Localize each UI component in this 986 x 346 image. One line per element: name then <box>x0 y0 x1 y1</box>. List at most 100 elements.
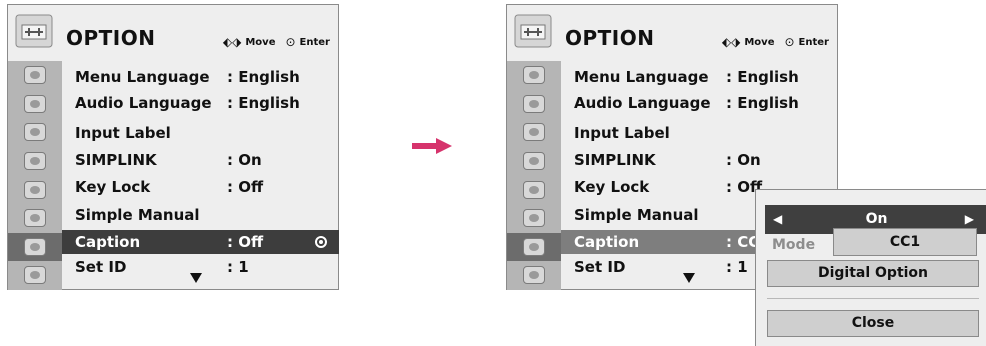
row-label: Key Lock <box>574 178 650 196</box>
row-label: Caption <box>574 233 640 251</box>
option-icon <box>15 14 53 48</box>
category-lock[interactable] <box>507 204 561 233</box>
row-value: : English <box>227 68 300 86</box>
screen-icon <box>523 94 545 113</box>
menu-row-caption[interactable]: Caption : Off <box>62 230 339 254</box>
row-label: Input Label <box>75 124 171 142</box>
menu-title: OPTION <box>565 26 655 50</box>
audio-icon <box>24 123 46 142</box>
option-icon <box>514 14 552 48</box>
category-icon-column <box>8 61 62 290</box>
input-icon <box>523 266 545 285</box>
row-value: : Off <box>227 233 264 251</box>
popup-divider <box>767 298 979 299</box>
lock-icon <box>24 209 46 228</box>
enter-hint: Enter <box>299 36 330 48</box>
scroll-down-icon[interactable] <box>683 273 695 283</box>
screen-icon <box>24 94 46 113</box>
category-channel[interactable] <box>8 147 62 176</box>
menu-header: OPTION ⬖⬗ Move ⊙ Enter <box>507 5 837 61</box>
category-input[interactable] <box>8 261 62 290</box>
category-picture[interactable] <box>507 61 561 90</box>
menu-row-key-lock[interactable]: Key Lock : Off <box>62 175 339 199</box>
picture-icon <box>523 66 545 85</box>
category-screen[interactable] <box>507 90 561 119</box>
move-arrows-icon: ⬖⬗ <box>222 35 242 49</box>
category-input[interactable] <box>507 261 561 290</box>
mode-select[interactable]: CC1 <box>833 228 977 256</box>
row-label: SIMPLINK <box>75 151 157 169</box>
right-triangle-icon[interactable]: ▶ <box>965 212 974 226</box>
row-label: Simple Manual <box>75 206 200 224</box>
close-button[interactable]: Close <box>767 310 979 337</box>
category-lock[interactable] <box>8 204 62 233</box>
row-value: : 1 <box>726 258 748 276</box>
row-value: : On <box>726 151 761 169</box>
nav-hints: ⬖⬗ Move ⊙ Enter <box>722 35 829 49</box>
lock-icon <box>523 209 545 228</box>
menu-row-simple-manual[interactable]: Simple Manual <box>62 203 339 227</box>
option-small-icon <box>523 237 545 256</box>
scroll-down-icon[interactable] <box>190 273 202 283</box>
row-value: : On <box>227 151 262 169</box>
nav-hints: ⬖⬗ Move ⊙ Enter <box>223 35 330 49</box>
enter-icon: ⊙ <box>285 35 296 49</box>
clock-icon <box>24 180 46 199</box>
channel-icon <box>24 152 46 171</box>
menu-title: OPTION <box>66 26 156 50</box>
row-value: : 1 <box>227 258 249 276</box>
enter-hint: Enter <box>798 36 829 48</box>
move-arrows-icon: ⬖⬗ <box>721 35 741 49</box>
row-label: Set ID <box>574 258 626 276</box>
row-value: : English <box>227 94 300 112</box>
category-screen[interactable] <box>8 90 62 119</box>
menu-row-menu-language[interactable]: Menu Language : English <box>561 65 838 89</box>
option-small-icon <box>24 237 46 256</box>
category-option[interactable] <box>8 232 62 262</box>
row-label: Menu Language <box>75 68 210 86</box>
menu-row-menu-language[interactable]: Menu Language : English <box>62 65 339 89</box>
row-label: SIMPLINK <box>574 151 656 169</box>
row-label: Simple Manual <box>574 206 699 224</box>
row-label: Key Lock <box>75 178 151 196</box>
menu-row-input-label[interactable]: Input Label <box>62 121 339 145</box>
picture-icon <box>24 66 46 85</box>
menu-row-simplink[interactable]: SIMPLINK : On <box>62 148 339 172</box>
right-arrow-icon <box>412 138 452 154</box>
menu-row-audio-language[interactable]: Audio Language : English <box>561 91 838 115</box>
row-label: Set ID <box>75 258 127 276</box>
move-hint: Move <box>245 36 276 48</box>
row-label: Caption <box>75 233 141 251</box>
category-time[interactable] <box>8 175 62 204</box>
category-time[interactable] <box>507 175 561 204</box>
enter-icon: ⊙ <box>784 35 795 49</box>
input-icon <box>24 266 46 285</box>
channel-icon <box>523 152 545 171</box>
menu-header: OPTION ⬖⬗ Move ⊙ Enter <box>8 5 338 61</box>
move-hint: Move <box>744 36 775 48</box>
menu-row-audio-language[interactable]: Audio Language : English <box>62 91 339 115</box>
audio-icon <box>523 123 545 142</box>
row-value: : Off <box>227 178 264 196</box>
enter-radio-icon <box>315 236 327 248</box>
category-picture[interactable] <box>8 61 62 90</box>
caption-popup: ◀ On ▶ Mode CC1 Digital Option Close <box>755 189 986 346</box>
category-option[interactable] <box>507 232 561 262</box>
menu-row-simplink[interactable]: SIMPLINK : On <box>561 148 838 172</box>
row-value: : English <box>726 94 799 112</box>
row-label: Audio Language <box>574 94 711 112</box>
mode-label: Mode <box>772 237 816 253</box>
menu-row-input-label[interactable]: Input Label <box>561 121 838 145</box>
category-icon-column <box>507 61 561 290</box>
row-label: Menu Language <box>574 68 709 86</box>
option-menu-left: OPTION ⬖⬗ Move ⊙ Enter Menu Language : En… <box>7 4 339 290</box>
category-audio[interactable] <box>8 118 62 147</box>
row-value: : English <box>726 68 799 86</box>
caption-value: On <box>865 211 888 227</box>
category-audio[interactable] <box>507 118 561 147</box>
row-label: Input Label <box>574 124 670 142</box>
digital-option-button[interactable]: Digital Option <box>767 260 979 287</box>
row-label: Audio Language <box>75 94 212 112</box>
category-channel[interactable] <box>507 147 561 176</box>
clock-icon <box>523 180 545 199</box>
